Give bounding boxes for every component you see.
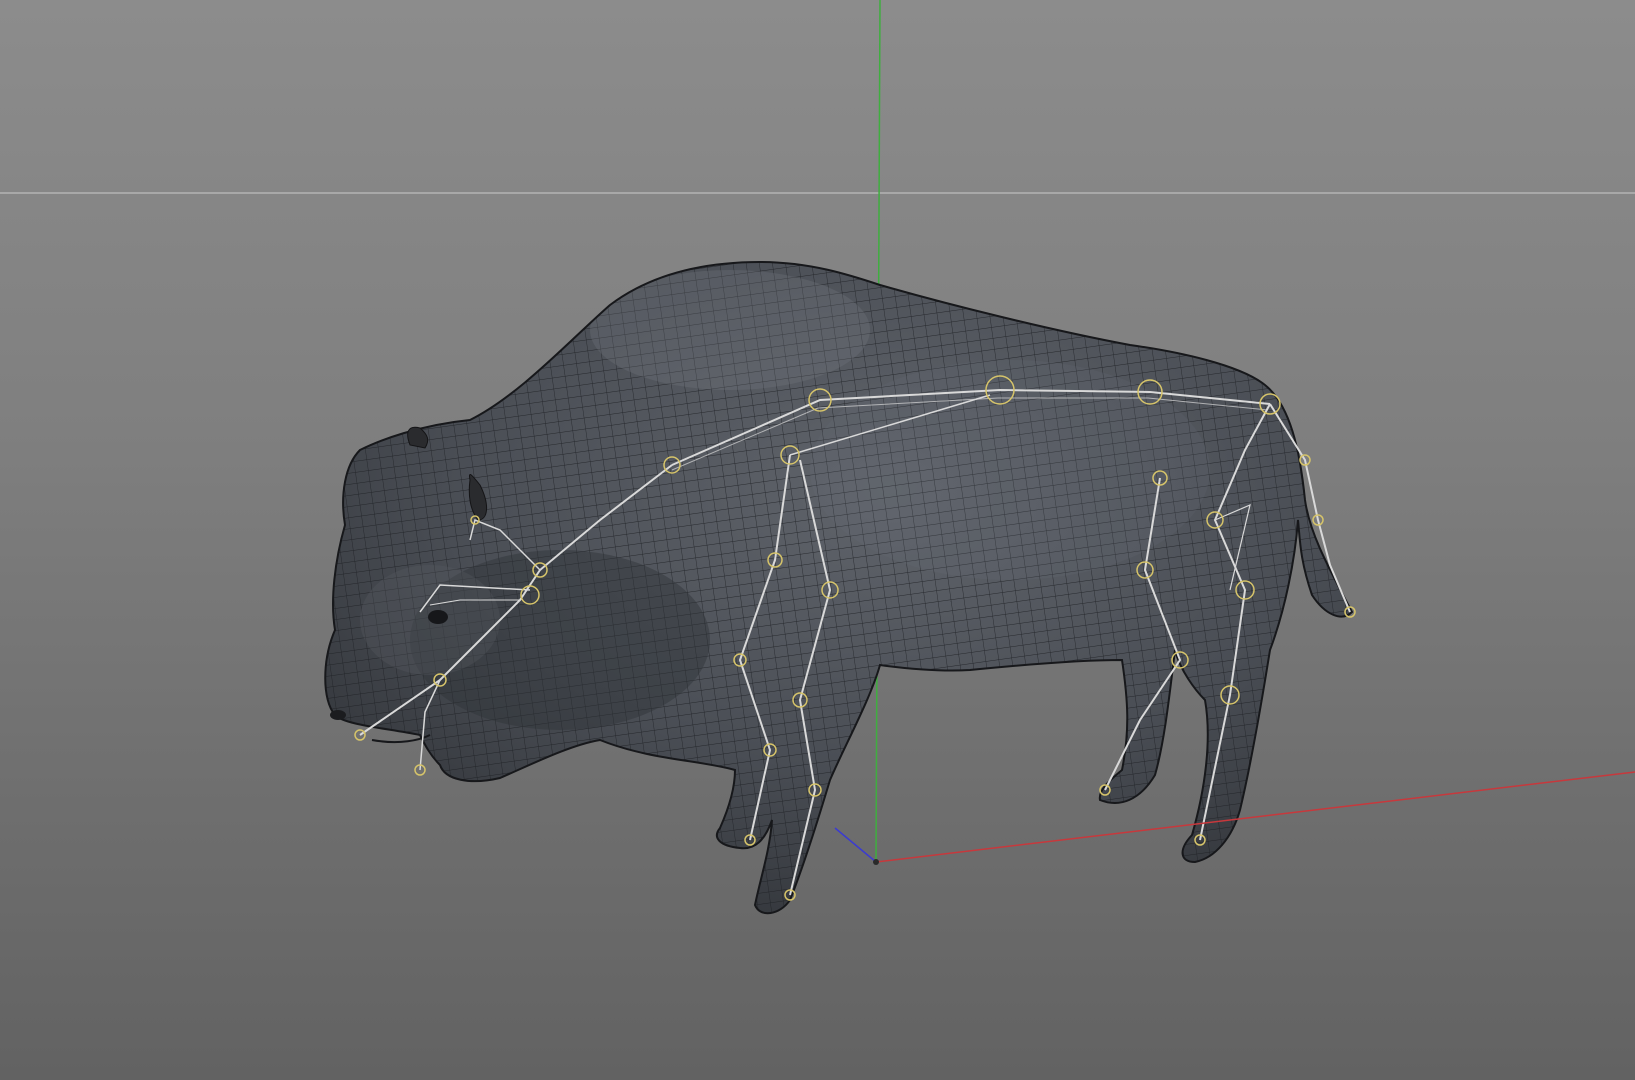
- bison-model-icon[interactable]: [300, 240, 1380, 940]
- world-origin-marker: [873, 859, 879, 865]
- z-axis-line: [834, 827, 877, 863]
- x-axis-line: [875, 771, 1635, 863]
- 3d-viewport[interactable]: [0, 0, 1635, 1080]
- scene-canvas[interactable]: [0, 0, 1635, 1080]
